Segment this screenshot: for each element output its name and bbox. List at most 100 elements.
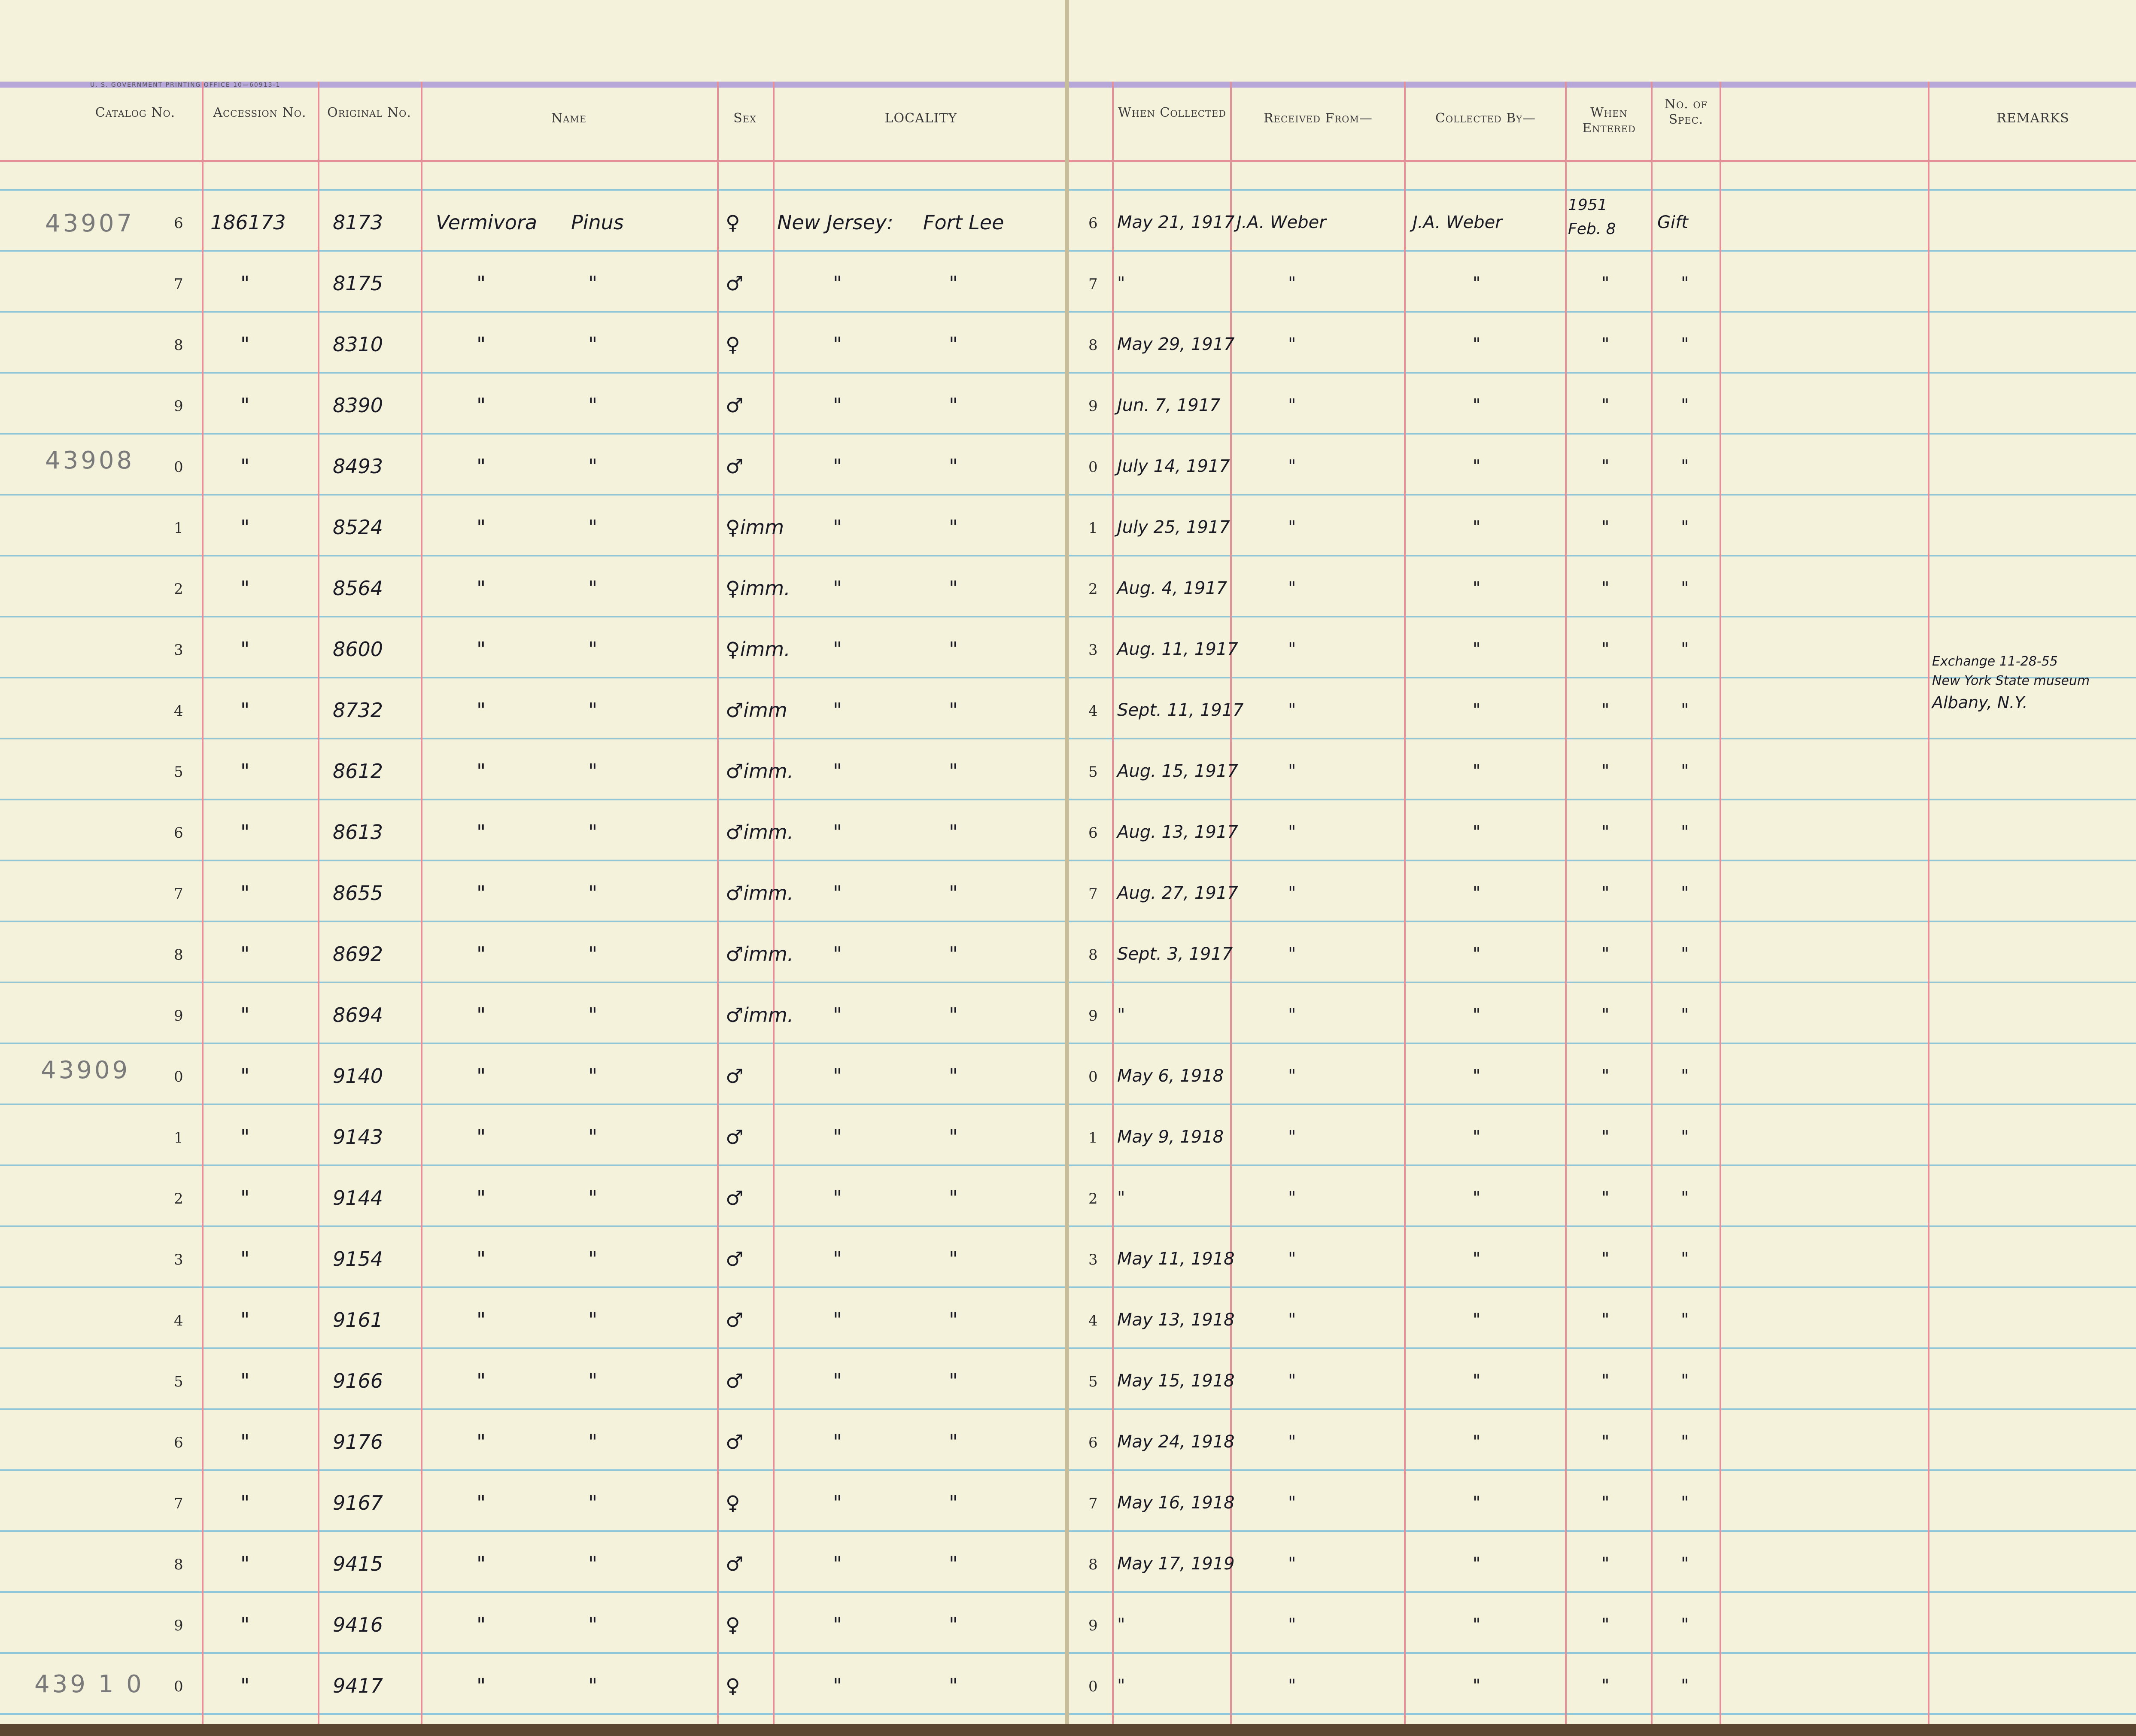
ruled-line: [1069, 1104, 2136, 1105]
accession-cell: ": [240, 821, 250, 844]
accession-cell: ": [240, 1125, 250, 1149]
col-rule: [318, 82, 319, 1736]
when-entered-cell: ": [1601, 944, 1610, 964]
original-number-cell: 9166: [333, 1369, 383, 1392]
sex-cell: ♀: [726, 1491, 740, 1514]
received-from-cell: ": [1288, 274, 1296, 293]
name-species-cell: ": [588, 1491, 598, 1514]
sex-cell: ♂imm.: [726, 760, 794, 783]
name-genus-cell: ": [477, 1247, 486, 1271]
ruled-line: [0, 921, 1065, 922]
accession-cell: ": [240, 1674, 250, 1697]
locality-state-cell: ": [833, 1186, 842, 1210]
ruled-line: [0, 189, 1065, 191]
locality-place-cell: ": [949, 942, 958, 966]
when-entered-cell: 1951 Feb. 8: [1568, 196, 1616, 238]
row-digit: 4: [1088, 1312, 1098, 1329]
name-genus-cell: ": [477, 394, 486, 417]
collected-by-cell: ": [1473, 517, 1481, 537]
no-spec-cell: ": [1681, 944, 1689, 964]
accession-cell: ": [240, 760, 250, 783]
ruled-line: [0, 1347, 1065, 1349]
ruled-line: [1069, 1225, 2136, 1227]
catalog-digit: 7: [174, 1495, 183, 1512]
original-number-cell: 8390: [333, 394, 383, 417]
right-page: When Collected Received From— Collected …: [1069, 0, 2136, 1736]
when-collected-cell: May 6, 1918: [1117, 1066, 1224, 1086]
when-collected-cell: July 25, 1917: [1117, 517, 1230, 537]
locality-state-cell: ": [833, 1674, 842, 1697]
col-rule: [1928, 82, 1929, 1736]
collected-by-cell: J.A. Weber: [1413, 213, 1502, 232]
name-genus-cell: ": [477, 455, 486, 478]
when-collected-cell: Aug. 13, 1917: [1117, 822, 1238, 842]
ruled-line: [1069, 1043, 2136, 1044]
name-genus-cell: ": [477, 516, 486, 539]
ruled-line: [0, 860, 1065, 861]
when-entered-cell: ": [1601, 1188, 1610, 1208]
name-species-cell: ": [588, 1674, 598, 1697]
name-genus-cell: ": [477, 1613, 486, 1636]
original-number-cell: 8175: [333, 272, 383, 295]
received-from-cell: ": [1288, 639, 1296, 659]
ruled-line: [1069, 616, 2136, 617]
name-genus-cell: ": [477, 1430, 486, 1453]
name-genus-cell: ": [477, 699, 486, 722]
locality-place-cell: ": [949, 1430, 958, 1453]
accession-cell: ": [240, 1186, 250, 1210]
sex-cell: ♀imm.: [726, 577, 790, 600]
no-spec-cell: ": [1681, 1615, 1689, 1635]
original-number-cell: 8600: [333, 638, 383, 661]
locality-place-cell: ": [949, 821, 958, 844]
left-page: U. S. GOVERNMENT PRINTING OFFICE 10—6091…: [0, 0, 1065, 1736]
locality-place-cell: ": [949, 638, 958, 661]
sex-cell: ♀: [726, 1613, 740, 1636]
locality-place-cell: ": [949, 1552, 958, 1575]
row-digit: 9: [1088, 1617, 1098, 1634]
accession-cell: ": [240, 1308, 250, 1332]
sex-cell: ♀: [726, 1674, 740, 1697]
no-spec-cell: ": [1681, 761, 1689, 781]
when-collected-cell: ": [1117, 1005, 1125, 1025]
ruled-line: [0, 1164, 1065, 1166]
no-spec-cell: ": [1681, 1005, 1689, 1025]
when-collected-cell: May 24, 1918: [1117, 1432, 1235, 1452]
name-genus-cell: ": [477, 638, 486, 661]
locality-state-cell: ": [833, 699, 842, 722]
when-collected-cell: July 14, 1917: [1117, 456, 1230, 476]
when-collected-cell: May 16, 1918: [1117, 1493, 1235, 1513]
catalog-digit: 2: [174, 581, 183, 598]
ruled-line: [1069, 1652, 2136, 1654]
when-entered-cell: ": [1601, 1554, 1610, 1574]
col-rule: [1565, 82, 1567, 1736]
ruled-line: [0, 1591, 1065, 1593]
accession-cell: ": [240, 638, 250, 661]
catalog-digit: 0: [174, 1068, 183, 1085]
collected-by-cell: ": [1473, 1554, 1481, 1574]
locality-state-cell: New Jersey:: [777, 211, 893, 234]
row-digit: 3: [1088, 641, 1098, 659]
sex-cell: ♂: [726, 1247, 744, 1271]
original-number-cell: 8564: [333, 577, 383, 600]
name-species-cell: ": [588, 1064, 598, 1088]
catalog-digit: 6: [174, 215, 183, 232]
sex-cell: ♀imm: [726, 516, 784, 539]
when-entered-cell: ": [1601, 1127, 1610, 1147]
locality-state-cell: ": [833, 821, 842, 844]
row-digit: 3: [1088, 1251, 1098, 1268]
catalog-digit: 0: [174, 459, 183, 476]
collected-by-cell: ": [1473, 1310, 1481, 1330]
original-number-cell: 9415: [333, 1552, 383, 1575]
collected-by-cell: ": [1473, 1676, 1481, 1696]
when-entered-cell: ": [1601, 1066, 1610, 1086]
ruled-line: [1069, 1164, 2136, 1166]
collected-by-cell: ": [1473, 1493, 1481, 1513]
when-entered-cell: ": [1601, 517, 1610, 537]
collected-by-cell: ": [1473, 1127, 1481, 1147]
locality-state-cell: ": [833, 1308, 842, 1332]
col-rule: [717, 82, 719, 1736]
original-number-cell: 9176: [333, 1430, 383, 1453]
when-collected-cell: May 29, 1917: [1117, 334, 1235, 354]
catalog-digit: 7: [174, 276, 183, 293]
collected-by-cell: ": [1473, 1066, 1481, 1086]
